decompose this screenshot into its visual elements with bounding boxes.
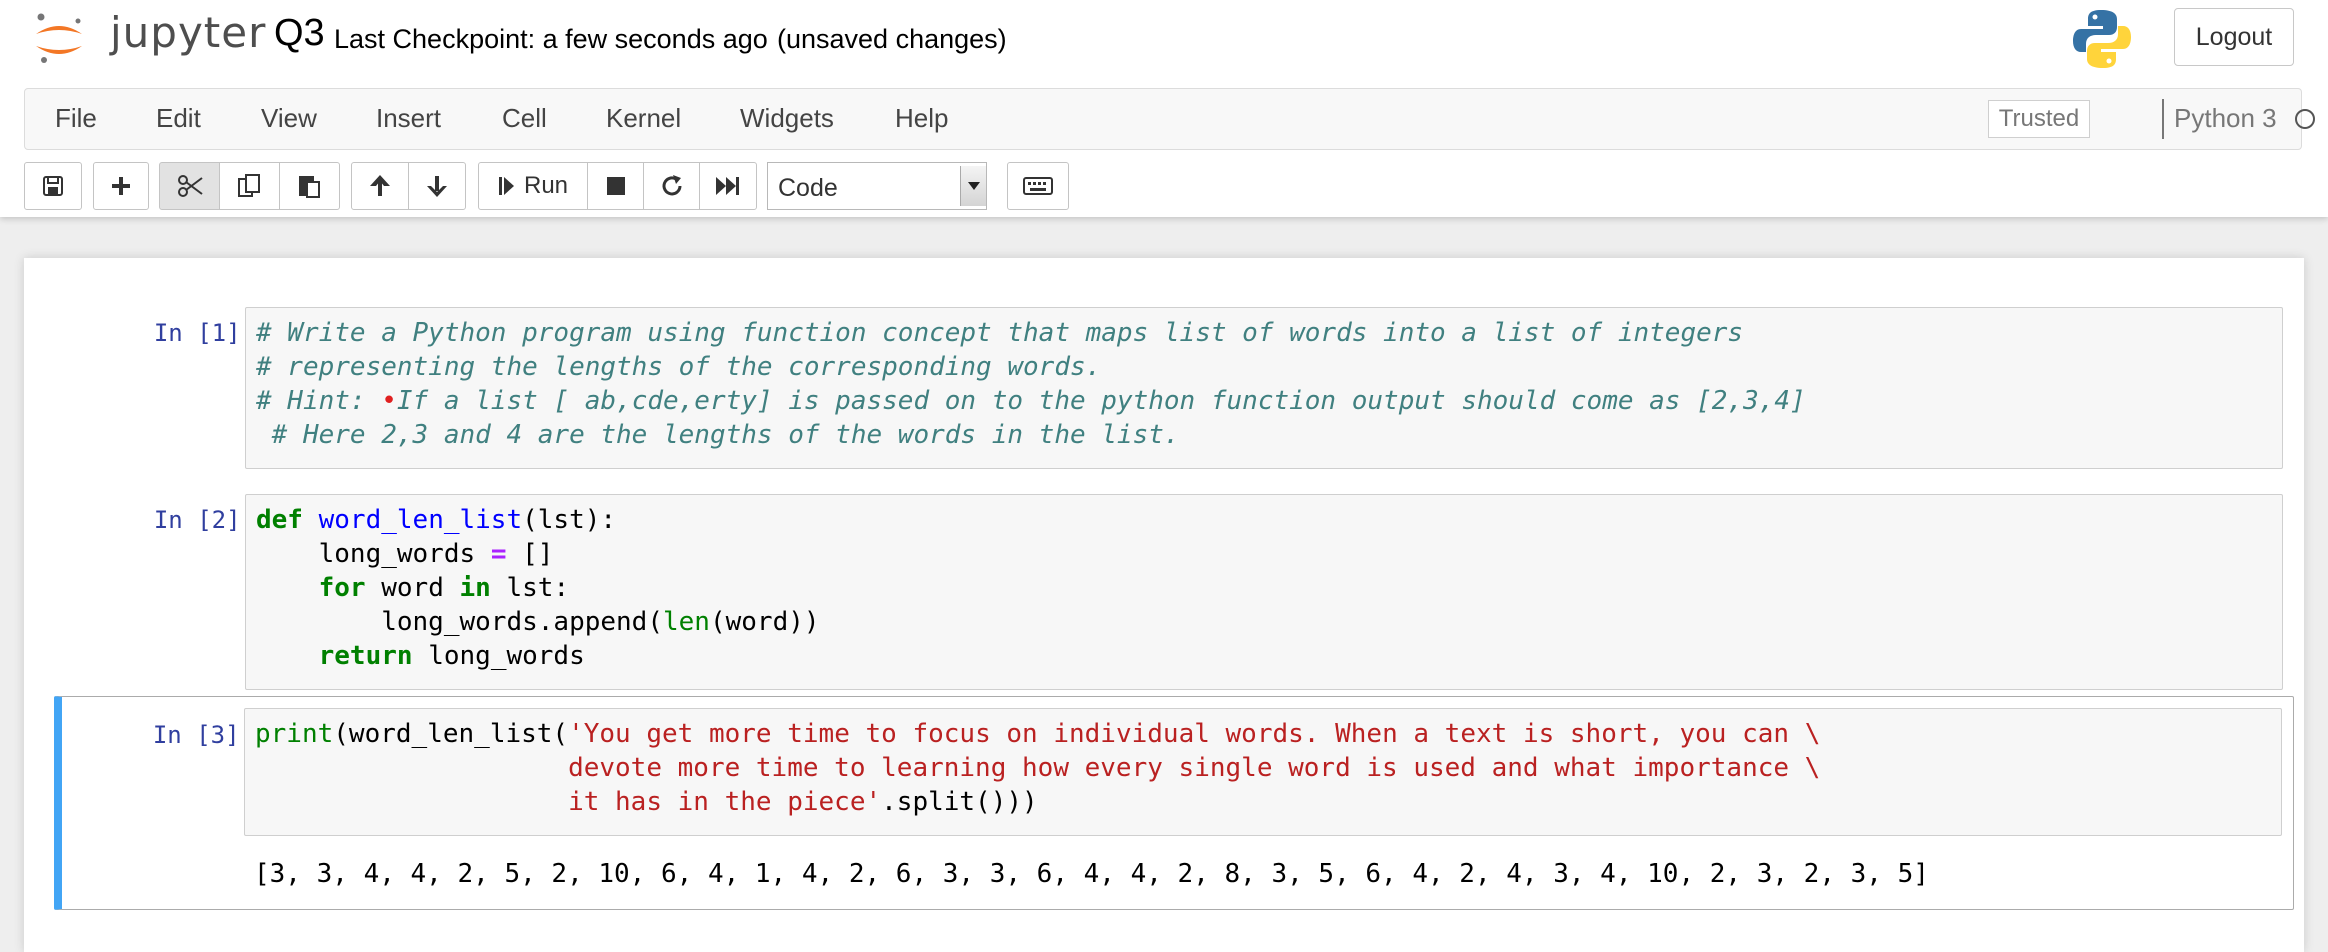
code-line: # Here 2,3 and 4 are the lengths of the …: [256, 420, 1180, 450]
menu-cell[interactable]: Cell: [502, 103, 547, 134]
run-icon: [498, 177, 514, 195]
menu-widgets[interactable]: Widgets: [740, 103, 834, 134]
code-line: long_words.append(len(word)): [256, 607, 820, 637]
code-token: (lst):: [522, 505, 617, 535]
scissors-icon: [177, 175, 203, 197]
jupyter-logo-icon: [36, 13, 82, 63]
command-palette-button[interactable]: [1007, 162, 1069, 210]
restart-icon: [662, 175, 681, 196]
run-label: Run: [523, 172, 569, 199]
code-line: return long_words: [256, 641, 585, 671]
python-logo-icon: [2072, 8, 2132, 70]
code-token: (word)): [709, 607, 820, 637]
code-token: word: [365, 573, 460, 603]
menu-help[interactable]: Help: [895, 103, 948, 134]
cell-prompt: In [1]:: [153, 319, 255, 347]
menu-view[interactable]: View: [261, 103, 317, 134]
code-token: []: [506, 539, 554, 569]
menu-kernel[interactable]: Kernel: [606, 103, 681, 134]
code-line: # representing the lengths of the corres…: [256, 352, 1102, 382]
code-token: len: [663, 607, 710, 637]
header: jupyter Q3 Last Checkpoint: a few second…: [0, 0, 2328, 217]
restart-button[interactable]: [643, 162, 700, 210]
copy-button[interactable]: [219, 162, 280, 210]
code-token: def: [256, 505, 303, 535]
cell-editor[interactable]: print(word_len_list('You get more time t…: [244, 708, 2282, 836]
cell-prompt: In [3]:: [152, 721, 254, 749]
stop-icon: [606, 177, 625, 195]
cell-type-value: Code: [778, 174, 838, 202]
cell-editor[interactable]: # Write a Python program using function …: [245, 307, 2283, 469]
code-line: long_words = []: [256, 539, 554, 569]
keyboard-icon: [1023, 177, 1053, 195]
unsaved-indicator: (unsaved changes): [777, 24, 1007, 54]
code-token: long_words: [412, 641, 585, 671]
code-token: If a list [ ab,cde,erty] is passed on to…: [396, 386, 1806, 416]
code-token: return: [318, 641, 413, 671]
restart-run-all-button[interactable]: [699, 162, 757, 210]
paste-button[interactable]: [279, 162, 340, 210]
chevron-down-icon: [960, 166, 986, 206]
notebook-container: In [1]: # Write a Python program using f…: [24, 258, 2304, 952]
jupyter-logo[interactable]: jupyter: [30, 8, 265, 68]
code-token: word_len_list: [318, 505, 523, 535]
logout-button[interactable]: Logout: [2174, 8, 2294, 66]
copy-icon: [237, 174, 260, 197]
code-token: # Hint:: [256, 386, 382, 416]
menu-insert[interactable]: Insert: [376, 103, 441, 134]
interrupt-button[interactable]: [587, 162, 644, 210]
code-token: (word_len_list(: [333, 719, 569, 749]
kernel-divider: [2162, 99, 2164, 139]
code-token: long_words: [256, 539, 491, 569]
trusted-indicator[interactable]: Trusted: [1988, 100, 2090, 138]
cell-prompt: In [2]:: [153, 506, 255, 534]
kernel-name[interactable]: Python 3: [2174, 103, 2277, 134]
notebook-name[interactable]: Q3: [274, 12, 325, 55]
menubar: File Edit View Insert Cell Kernel Widget…: [24, 88, 2315, 150]
move-down-button[interactable]: [408, 162, 466, 210]
code-line: print(word_len_list('You get more time t…: [255, 719, 1820, 749]
code-token: in: [459, 573, 491, 603]
fast-forward-icon: [716, 177, 739, 195]
code-line: # Hint: •If a list [ ab,cde,erty] is pas…: [256, 386, 1806, 416]
code-token: 'You get more time to focus on individua…: [568, 719, 1821, 749]
cell-type-select[interactable]: Code: [767, 162, 987, 210]
code-line: # Write a Python program using function …: [256, 318, 1744, 348]
arrow-down-icon: [427, 176, 447, 197]
code-cell-3[interactable]: In [3]: print(word_len_list('You get mor…: [54, 696, 2294, 910]
code-token: for: [318, 573, 366, 603]
run-button[interactable]: Run: [478, 162, 588, 210]
code-line: def word_len_list(lst):: [256, 505, 616, 535]
code-token: .split())): [881, 787, 1038, 817]
menu-edit[interactable]: Edit: [156, 103, 201, 134]
code-cell-1[interactable]: In [1]: # Write a Python program using f…: [54, 296, 2294, 469]
move-up-button[interactable]: [351, 162, 409, 210]
checkpoint-status: Last Checkpoint: a few seconds ago: [334, 24, 768, 54]
kernel-idle-icon: [2295, 109, 2315, 129]
plus-icon: [112, 177, 130, 195]
code-line: it has in the piece'.split())): [255, 787, 1038, 817]
save-button[interactable]: [24, 162, 82, 210]
code-token: it has in the piece': [255, 787, 882, 817]
code-token: =: [490, 539, 507, 569]
cell-output: [3, 3, 4, 4, 2, 5, 2, 10, 6, 4, 1, 4, 2,…: [254, 859, 1929, 889]
code-line: for word in lst:: [256, 573, 569, 603]
insert-cell-button[interactable]: [93, 162, 149, 210]
menu-file[interactable]: File: [55, 103, 97, 134]
paste-icon: [298, 176, 320, 198]
bullet-mark: •: [381, 386, 397, 416]
code-line: devote more time to learning how every s…: [255, 753, 1821, 783]
save-icon: [43, 176, 63, 196]
code-token: print: [255, 719, 334, 749]
cell-editor[interactable]: def word_len_list(lst): long_words = [] …: [245, 494, 2283, 690]
arrow-up-icon: [370, 175, 390, 196]
logo-text: jupyter: [110, 8, 267, 57]
code-cell-2[interactable]: In [2]: def word_len_list(lst): long_wor…: [54, 483, 2294, 690]
cut-button[interactable]: [159, 162, 220, 210]
code-token: long_words.append(: [256, 607, 663, 637]
code-token: lst:: [490, 573, 570, 603]
